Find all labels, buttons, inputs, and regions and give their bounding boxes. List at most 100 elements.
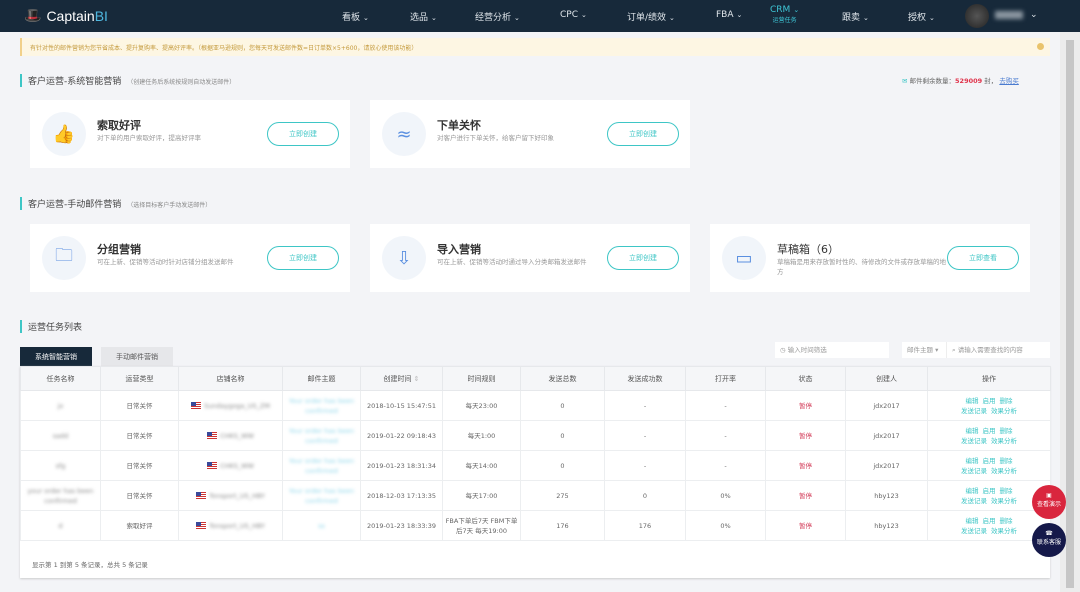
- nav-follow-sell[interactable]: 跟卖 ⌄: [842, 10, 869, 23]
- cell-success: 0: [604, 480, 686, 511]
- tab-manual-marketing[interactable]: 手动邮件营销: [101, 347, 173, 367]
- cell-success: -: [604, 420, 686, 451]
- nav-product-selection[interactable]: 选品 ⌄: [410, 10, 437, 23]
- us-flag-icon: [191, 402, 201, 409]
- action-link[interactable]: 效果分析: [991, 437, 1017, 445]
- action-link[interactable]: 发送记录: [961, 527, 987, 535]
- search-icon: ⌕: [952, 346, 956, 354]
- subject-text[interactable]: Your order has been confirmed: [289, 427, 354, 445]
- nav-fba[interactable]: FBA ⌄: [716, 10, 742, 20]
- nav-label: 经营分析: [475, 13, 512, 23]
- card-desc: 可在上新、促销等活动时针对店铺分组发送邮件: [97, 258, 234, 266]
- cell-subject: Your order has been confirmed: [282, 420, 361, 451]
- card-title: 导入营销: [437, 243, 481, 256]
- action-link[interactable]: 效果分析: [991, 497, 1017, 505]
- sort-icon[interactable]: ⇕: [411, 375, 420, 383]
- nav-orders[interactable]: 订单/绩效 ⌄: [627, 10, 675, 23]
- action-link[interactable]: 删除: [1000, 427, 1013, 435]
- cell-status: 暂停: [765, 420, 846, 451]
- card-request-review: 👍 索取好评 对下单的用户索取好评，提高好评率 立即创建: [30, 100, 350, 168]
- cell-name: jx: [20, 390, 101, 421]
- action-link[interactable]: 发送记录: [961, 437, 987, 445]
- demo-button[interactable]: ▣ 查看演示: [1032, 485, 1066, 519]
- cell-store: Tonsport_US_HBY: [178, 480, 283, 511]
- subject-text[interactable]: Your order has been confirmed: [289, 487, 354, 505]
- field-select[interactable]: 邮件主题 ▾: [902, 342, 946, 358]
- action-link[interactable]: 启用: [983, 457, 996, 465]
- cell-total: 0: [520, 450, 605, 481]
- action-link[interactable]: 删除: [1000, 397, 1013, 405]
- close-icon[interactable]: [1037, 43, 1044, 50]
- create-button[interactable]: 立即创建: [267, 122, 339, 146]
- subject-text[interactable]: ss: [318, 522, 325, 530]
- section-hint: （创建任务后系统按规则自动发送邮件）: [127, 79, 236, 86]
- action-link[interactable]: 编辑: [966, 427, 979, 435]
- subject-text[interactable]: Your order has been confirmed: [289, 457, 354, 475]
- view-button[interactable]: 立即查看: [947, 246, 1019, 270]
- action-link[interactable]: 删除: [1000, 517, 1013, 525]
- action-link[interactable]: 启用: [983, 487, 996, 495]
- cell-creator: hby123: [845, 480, 928, 511]
- creator-text: jdx2017: [873, 401, 900, 410]
- column-header: 时间规则: [442, 366, 521, 391]
- action-link[interactable]: 删除: [1000, 487, 1013, 495]
- chevron-down-icon[interactable]: ⌄: [1030, 10, 1038, 20]
- card-title: 草稿箱（6）: [777, 243, 839, 256]
- create-button[interactable]: 立即创建: [607, 246, 679, 270]
- total-text: 0: [560, 431, 565, 440]
- cell-success: -: [604, 390, 686, 421]
- action-link[interactable]: 删除: [1000, 457, 1013, 465]
- cell-actions: 编辑 启用 删除发送记录 效果分析: [927, 390, 1051, 421]
- cell-creator: jdx2017: [845, 420, 928, 451]
- action-link[interactable]: 启用: [983, 427, 996, 435]
- action-link[interactable]: 编辑: [966, 457, 979, 465]
- nav-crm[interactable]: CRM ⌄ 运营任务: [770, 5, 799, 24]
- action-link[interactable]: 发送记录: [961, 497, 987, 505]
- column-header: 操作: [927, 366, 1051, 391]
- cell-created: 2019-01-22 09:18:43: [360, 420, 443, 451]
- action-link[interactable]: 编辑: [966, 397, 979, 405]
- nav-dashboard[interactable]: 看板 ⌄: [342, 10, 369, 23]
- name-text: sadd: [52, 431, 69, 440]
- open-text: 0%: [720, 521, 731, 530]
- rule-text: 每天17:00: [465, 491, 498, 500]
- logo[interactable]: 🎩 CaptainBI: [24, 7, 108, 24]
- table-row: your order has been confirmed 日常关怀 Tonspor…: [20, 480, 1051, 511]
- total-text: 0: [560, 401, 565, 410]
- placeholder: 请输入需要查找的内容: [957, 346, 1023, 354]
- column-header[interactable]: 创建时间 ⇕: [360, 366, 443, 391]
- buy-link[interactable]: 去购买: [999, 77, 1019, 85]
- action-link[interactable]: 效果分析: [991, 407, 1017, 415]
- action-link[interactable]: 编辑: [966, 517, 979, 525]
- column-header: 创建人: [845, 366, 928, 391]
- action-link[interactable]: 启用: [983, 517, 996, 525]
- tab-auto-marketing[interactable]: 系统智能营销: [20, 347, 92, 367]
- cell-actions: 编辑 启用 删除发送记录 效果分析: [927, 450, 1051, 481]
- create-button[interactable]: 立即创建: [267, 246, 339, 270]
- clock-icon: ◷: [780, 346, 786, 354]
- support-button[interactable]: ☎ 联系客服: [1032, 523, 1066, 557]
- column-header: 打开率: [685, 366, 766, 391]
- nav-authorize[interactable]: 授权 ⌄: [908, 10, 935, 23]
- nav-cpc[interactable]: CPC ⌄: [560, 10, 587, 20]
- action-link[interactable]: 发送记录: [961, 467, 987, 475]
- time-filter-input[interactable]: ◷ 输入时间筛选: [775, 342, 889, 358]
- action-link[interactable]: 编辑: [966, 487, 979, 495]
- cell-store: Tonsport_US_HBY: [178, 510, 283, 541]
- scrollbar-thumb[interactable]: [1066, 40, 1074, 588]
- action-link[interactable]: 启用: [983, 397, 996, 405]
- card-title: 下单关怀: [437, 119, 481, 132]
- search-input[interactable]: ⌕ 请输入需要查找的内容: [946, 342, 1050, 358]
- avatar[interactable]: [965, 4, 989, 28]
- nav-business-analysis[interactable]: 经营分析 ⌄: [475, 10, 520, 23]
- section-manual-title: 客户运营-手动邮件营销 （选择目标客户手动发送邮件）: [20, 197, 211, 210]
- create-button[interactable]: 立即创建: [607, 122, 679, 146]
- username[interactable]: jdx2017: [995, 11, 1023, 19]
- action-link[interactable]: 效果分析: [991, 467, 1017, 475]
- cell-total: 0: [520, 420, 605, 451]
- action-link[interactable]: 发送记录: [961, 407, 987, 415]
- subject-text[interactable]: Your order has been confirmed: [289, 397, 354, 415]
- action-link[interactable]: 效果分析: [991, 527, 1017, 535]
- cell-name: sfg: [20, 450, 101, 481]
- rule-text: FBA下单后7天 FBM下单后7天 每天19:00: [445, 516, 518, 535]
